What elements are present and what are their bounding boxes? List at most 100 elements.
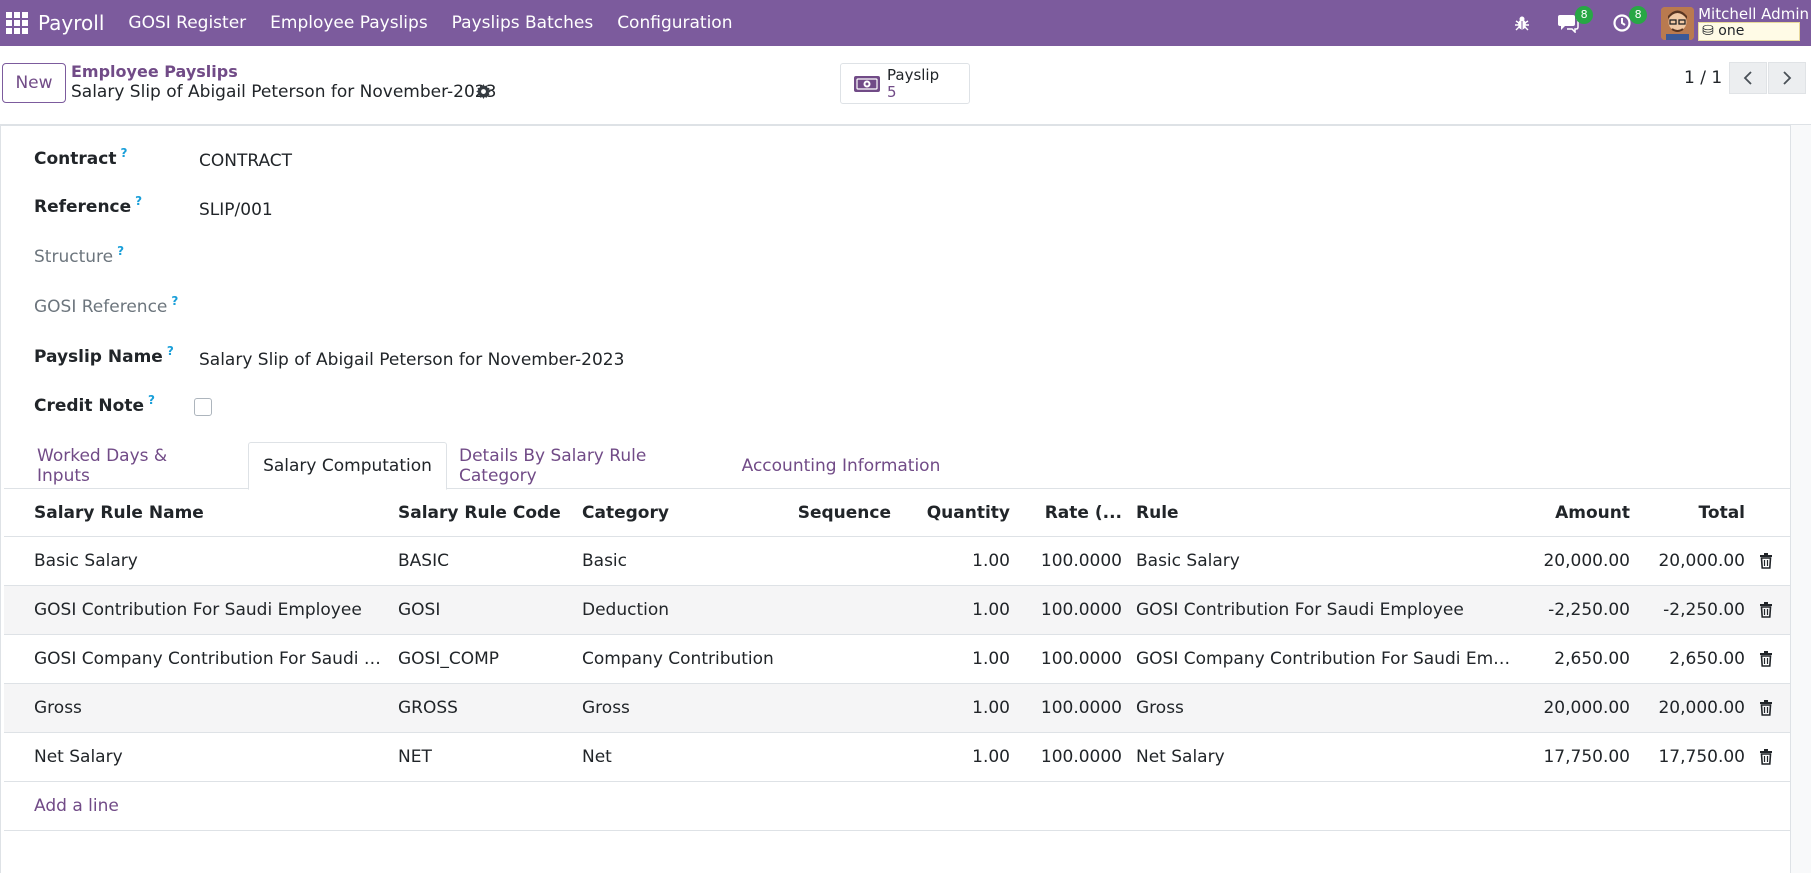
cell-total[interactable]: 20,000.00	[1644, 551, 1745, 571]
messages-badge: 8	[1575, 6, 1594, 24]
notebook-tabs: Worked Days & Inputs Salary Computation …	[4, 442, 1790, 490]
cell-total[interactable]: 20,000.00	[1644, 698, 1745, 718]
trash-icon[interactable]	[1759, 700, 1773, 721]
app-brand[interactable]: Payroll	[38, 11, 104, 35]
menu-configuration[interactable]: Configuration	[617, 13, 732, 33]
tab-worked-days-inputs[interactable]: Worked Days & Inputs	[37, 442, 217, 490]
cell-code[interactable]: BASIC	[398, 551, 568, 571]
cell-name[interactable]: GOSI Contribution For Saudi Employee	[34, 600, 386, 620]
table-row[interactable]: Net Salary NET Net 1.00 100.0000 Net Salary 17…	[4, 733, 1790, 782]
tab-details-by-salary-rule-category[interactable]: Details By Salary Rule Category	[459, 442, 729, 490]
user-avatar[interactable]	[1661, 6, 1695, 40]
help-tooltip-icon[interactable]: ?	[171, 294, 178, 308]
cell-category[interactable]: Net	[582, 747, 777, 767]
cell-code[interactable]: GOSI	[398, 600, 568, 620]
cell-total[interactable]: -2,250.00	[1644, 600, 1745, 620]
table-row[interactable]: Basic Salary BASIC Basic 1.00 100.0000 Basic …	[4, 537, 1790, 586]
trash-icon[interactable]	[1759, 553, 1773, 574]
salary-computation-table: Salary Rule Name Salary Rule Code Catego…	[4, 489, 1790, 831]
cell-total[interactable]: 17,750.00	[1644, 747, 1745, 767]
pager-next-button[interactable]	[1768, 62, 1806, 94]
cell-category[interactable]: Gross	[582, 698, 777, 718]
cell-rate[interactable]: 100.0000	[1024, 551, 1122, 571]
breadcrumb-current: Salary Slip of Abigail Peterson for Nove…	[71, 82, 497, 102]
cell-code[interactable]: NET	[398, 747, 568, 767]
cell-quantity[interactable]: 1.00	[904, 600, 1010, 620]
menu-employee-payslips[interactable]: Employee Payslips	[270, 13, 428, 33]
cell-amount[interactable]: 20,000.00	[1524, 551, 1630, 571]
cell-quantity[interactable]: 1.00	[904, 649, 1010, 669]
cell-code[interactable]: GOSI_COMP	[398, 649, 568, 669]
activity-clock-icon[interactable]: 8	[1609, 6, 1648, 36]
pager-value[interactable]: 1 / 1	[1684, 68, 1722, 88]
company-switcher[interactable]: ⛁ one	[1698, 21, 1801, 41]
bug-icon[interactable]	[1509, 10, 1535, 36]
menu-payslips-batches[interactable]: Payslips Batches	[452, 13, 594, 33]
payslip-smart-button[interactable]: Payslip 5	[840, 63, 970, 104]
cell-rule[interactable]: Gross	[1136, 698, 1516, 718]
cell-quantity[interactable]: 1.00	[904, 551, 1010, 571]
table-header: Salary Rule Name Salary Rule Code Catego…	[4, 489, 1790, 537]
breadcrumb-employee-payslips[interactable]: Employee Payslips	[71, 62, 238, 81]
cell-code[interactable]: GROSS	[398, 698, 568, 718]
header-total[interactable]: Total	[1644, 503, 1745, 523]
header-category[interactable]: Category	[582, 503, 669, 523]
payslip-name-field[interactable]: Salary Slip of Abigail Peterson for Nove…	[199, 350, 624, 370]
contract-field[interactable]: CONTRACT	[199, 151, 292, 171]
cell-category[interactable]: Company Contribution	[582, 649, 777, 669]
cell-name[interactable]: Basic Salary	[34, 551, 386, 571]
cell-name[interactable]: Net Salary	[34, 747, 386, 767]
tab-accounting-information[interactable]: Accounting Information	[741, 442, 941, 490]
cell-rule[interactable]: Net Salary	[1136, 747, 1516, 767]
pager-previous-button[interactable]	[1729, 62, 1767, 94]
table-row[interactable]: GOSI Company Contribution For Saudi Em..…	[4, 635, 1790, 684]
table-row[interactable]: GOSI Contribution For Saudi Employee GOSI…	[4, 586, 1790, 635]
cell-rate[interactable]: 100.0000	[1024, 698, 1122, 718]
header-salary-rule-code[interactable]: Salary Rule Code	[398, 503, 561, 523]
cell-quantity[interactable]: 1.00	[904, 747, 1010, 767]
app-grid-icon[interactable]	[3, 9, 31, 37]
header-rule[interactable]: Rule	[1136, 503, 1179, 523]
help-tooltip-icon[interactable]: ?	[148, 393, 155, 407]
trash-icon[interactable]	[1759, 749, 1773, 770]
cell-name[interactable]: GOSI Company Contribution For Saudi Em..…	[34, 649, 386, 669]
cell-rate[interactable]: 100.0000	[1024, 600, 1122, 620]
add-line-link[interactable]: Add a line	[34, 796, 119, 816]
trash-icon[interactable]	[1759, 602, 1773, 623]
header-amount[interactable]: Amount	[1524, 503, 1630, 523]
trash-icon[interactable]	[1759, 651, 1773, 672]
cell-rate[interactable]: 100.0000	[1024, 747, 1122, 767]
cell-category[interactable]: Basic	[582, 551, 777, 571]
cell-rate[interactable]: 100.0000	[1024, 649, 1122, 669]
cell-amount[interactable]: -2,250.00	[1524, 600, 1630, 620]
header-quantity[interactable]: Quantity	[904, 503, 1010, 523]
table-row[interactable]: Gross GROSS Gross 1.00 100.0000 Gross 20,000.0…	[4, 684, 1790, 733]
messages-icon[interactable]: 8	[1555, 6, 1594, 36]
header-rate[interactable]: Rate (...	[1024, 503, 1122, 523]
gear-icon[interactable]	[476, 84, 491, 104]
cell-name[interactable]: Gross	[34, 698, 386, 718]
help-tooltip-icon[interactable]: ?	[167, 344, 174, 358]
company-name: one	[1718, 22, 1745, 39]
cell-category[interactable]: Deduction	[582, 600, 777, 620]
new-button[interactable]: New	[2, 63, 66, 103]
help-tooltip-icon[interactable]: ?	[117, 244, 124, 258]
user-name[interactable]: Mitchell Admin	[1698, 6, 1809, 22]
help-tooltip-icon[interactable]: ?	[135, 194, 142, 208]
header-salary-rule-name[interactable]: Salary Rule Name	[34, 503, 204, 523]
credit-note-checkbox[interactable]	[194, 398, 212, 416]
cell-rule[interactable]: GOSI Company Contribution For Saudi Empl…	[1136, 649, 1516, 669]
menu-gosi-register[interactable]: GOSI Register	[128, 13, 246, 33]
cell-rule[interactable]: GOSI Contribution For Saudi Employee	[1136, 600, 1516, 620]
cell-amount[interactable]: 2,650.00	[1524, 649, 1630, 669]
cell-amount[interactable]: 17,750.00	[1524, 747, 1630, 767]
cell-total[interactable]: 2,650.00	[1644, 649, 1745, 669]
cell-quantity[interactable]: 1.00	[904, 698, 1010, 718]
top-navbar: Payroll GOSI Register Employee Payslips …	[0, 0, 1811, 46]
header-sequence[interactable]: Sequence	[784, 503, 891, 523]
tab-salary-computation[interactable]: Salary Computation	[248, 442, 447, 490]
cell-amount[interactable]: 20,000.00	[1524, 698, 1630, 718]
reference-field[interactable]: SLIP/001	[199, 200, 273, 220]
cell-rule[interactable]: Basic Salary	[1136, 551, 1516, 571]
help-tooltip-icon[interactable]: ?	[120, 146, 127, 160]
